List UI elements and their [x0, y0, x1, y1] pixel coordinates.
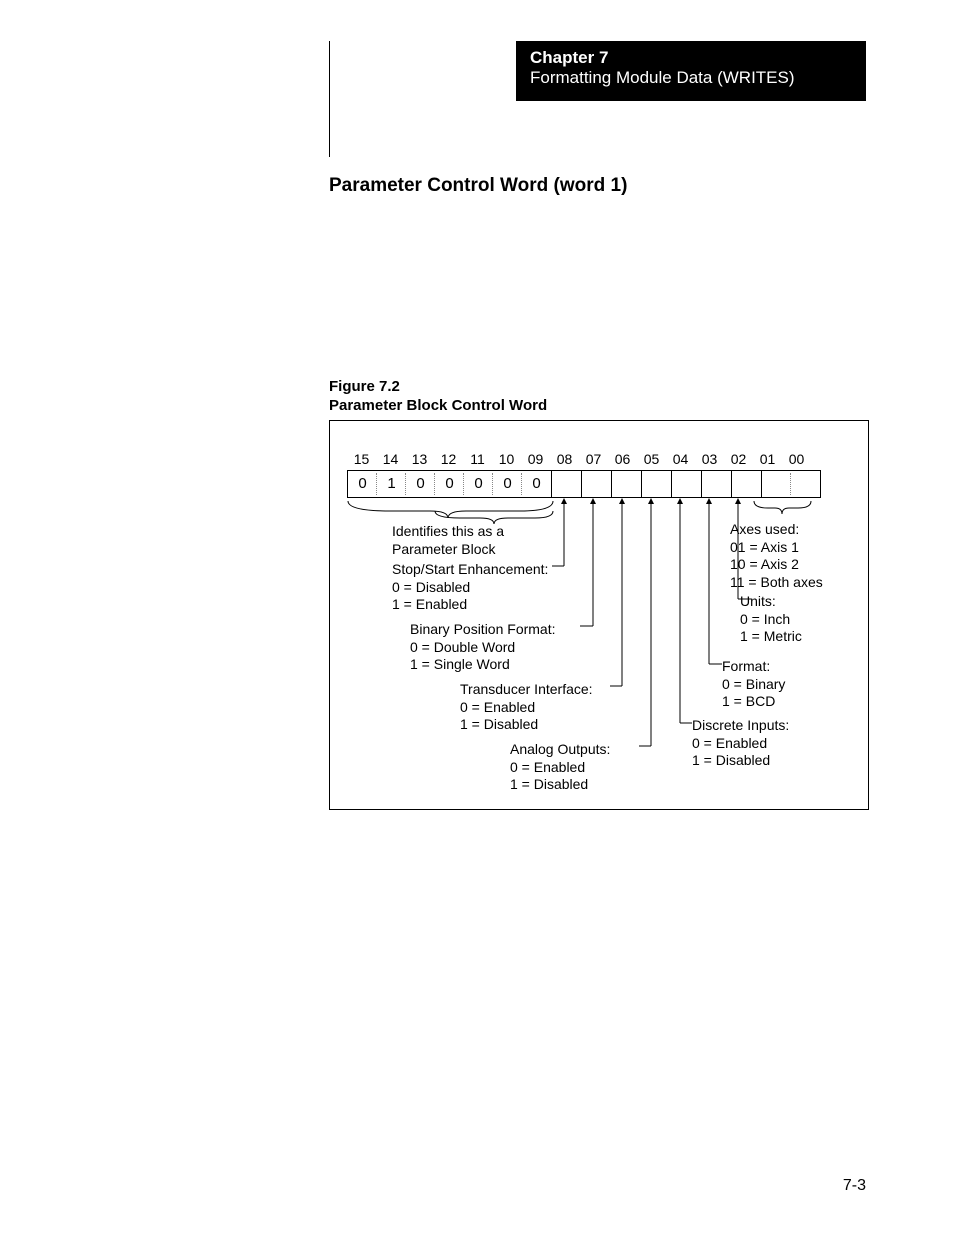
chapter-header-box: Chapter 7 Formatting Module Data (WRITES…	[516, 41, 866, 101]
ann-identify: Identifies this as a Parameter Block	[392, 523, 504, 558]
bit-diagram: 15141312111009080706050403020100 0100000	[329, 420, 869, 810]
page-number: 7-3	[843, 1177, 866, 1195]
section-title: Parameter Control Word (word 1)	[329, 175, 627, 197]
ann-aout: Analog Outputs: 0 = Enabled 1 = Disabled	[510, 741, 610, 794]
ann-binpos: Binary Position Format: 0 = Double Word …	[410, 621, 556, 674]
vertical-rule	[329, 41, 330, 157]
ann-axes: Axes used: 01 = Axis 1 10 = Axis 2 11 = …	[730, 521, 823, 591]
figure-number: Figure 7.2	[329, 378, 547, 397]
ann-format: Format: 0 = Binary 1 = BCD	[722, 658, 785, 711]
ann-stopstart: Stop/Start Enhancement: 0 = Disabled 1 =…	[392, 561, 548, 614]
ann-xducer: Transducer Interface: 0 = Enabled 1 = Di…	[460, 681, 593, 734]
chapter-number: Chapter 7	[530, 48, 852, 68]
ann-din: Discrete Inputs: 0 = Enabled 1 = Disable…	[692, 717, 789, 770]
figure-caption: Figure 7.2 Parameter Block Control Word	[329, 378, 547, 416]
ann-units: Units: 0 = Inch 1 = Metric	[740, 593, 802, 646]
figure-title: Parameter Block Control Word	[329, 397, 547, 416]
chapter-title: Formatting Module Data (WRITES)	[530, 68, 852, 88]
